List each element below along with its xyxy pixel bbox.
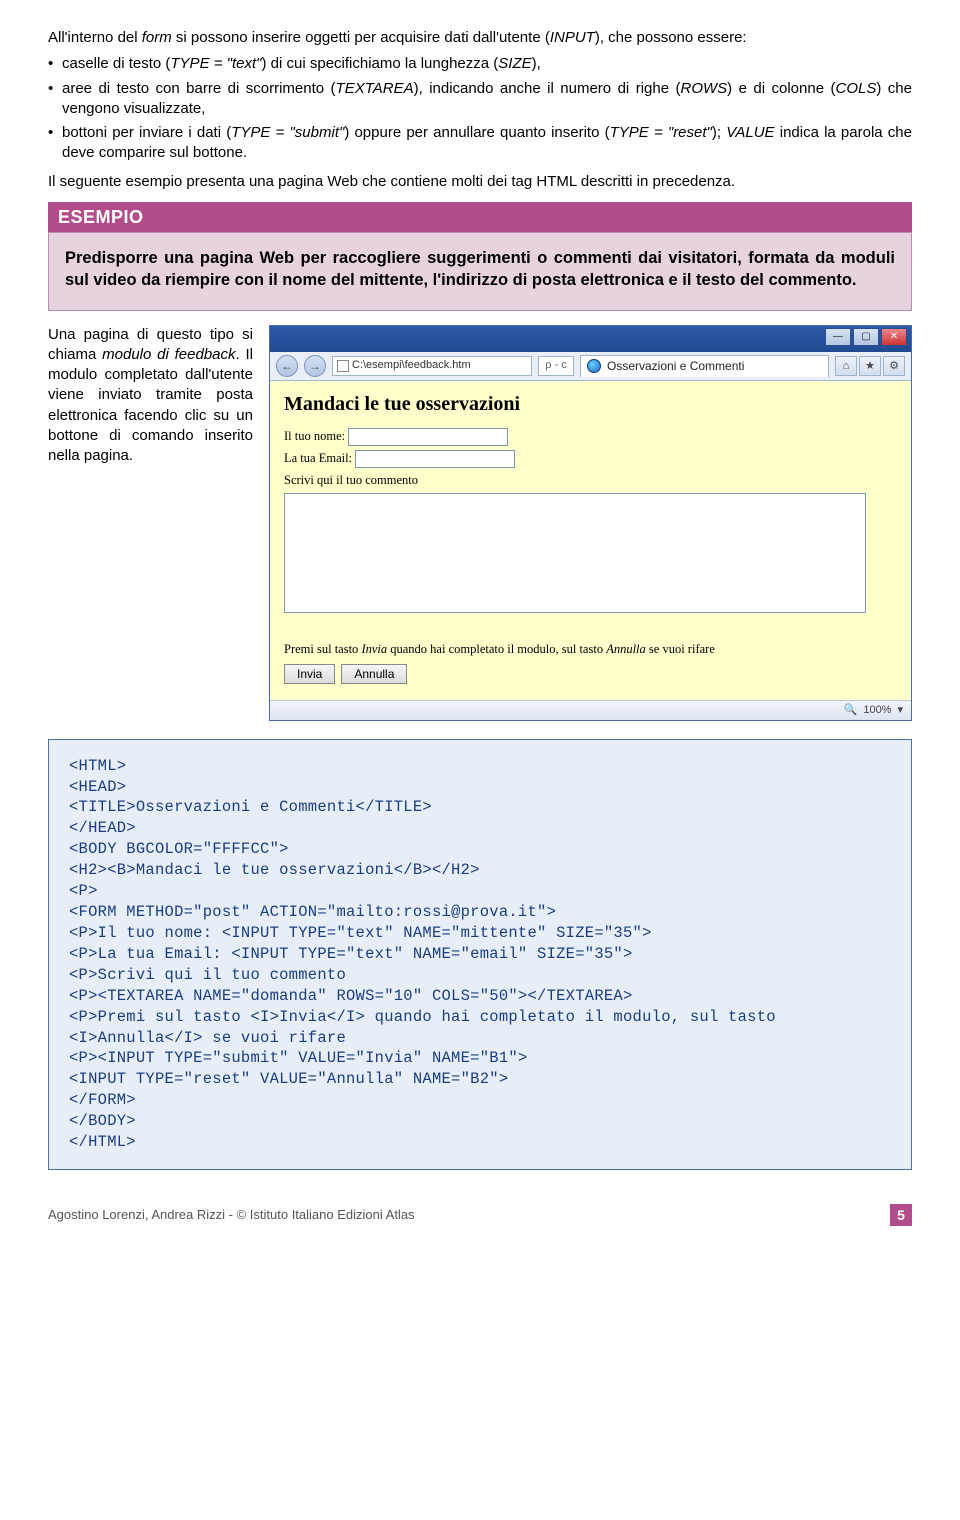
- left-description: Una pagina di questo tipo si chiama modu…: [48, 325, 253, 467]
- search-box[interactable]: ρ - c: [538, 356, 574, 376]
- code-content: <HTML> <HEAD> <TITLE>Osservazioni e Comm…: [69, 756, 891, 1154]
- comment-textarea[interactable]: [284, 493, 866, 613]
- maximize-button[interactable]: ▢: [853, 328, 879, 346]
- zoom-dropdown-icon[interactable]: ▾: [897, 703, 903, 718]
- footer-credit: Agostino Lorenzi, Andrea Rizzi - © Istit…: [48, 1206, 415, 1224]
- code-block: <HTML> <HEAD> <TITLE>Osservazioni e Comm…: [48, 739, 912, 1171]
- window-titlebar: — ▢ ✕: [270, 326, 911, 352]
- tools-icon[interactable]: ⚙: [883, 356, 905, 376]
- email-field[interactable]: [355, 450, 515, 468]
- address-text: C:\esempi\feedback.htm: [352, 358, 471, 373]
- page-number: 5: [890, 1204, 912, 1226]
- label-email: La tua Email:: [284, 451, 352, 465]
- forward-button[interactable]: →: [304, 355, 326, 377]
- back-button[interactable]: ←: [276, 355, 298, 377]
- list-item: caselle di testo (TYPE = "text") di cui …: [48, 54, 912, 74]
- form-note: Premi sul tasto Invia quando hai complet…: [284, 641, 897, 658]
- address-row: ← → C:\esempi\feedback.htm ρ - c Osserva…: [270, 352, 911, 381]
- intro-bullets: caselle di testo (TYPE = "text") di cui …: [48, 54, 912, 163]
- label-name: Il tuo nome:: [284, 429, 345, 443]
- page-icon: [337, 360, 349, 372]
- submit-button[interactable]: Invia: [284, 664, 335, 684]
- page-heading: Mandaci le tue osservazioni: [284, 391, 897, 418]
- intro-section: All'interno del form si possono inserire…: [48, 28, 912, 192]
- webpage-content: Mandaci le tue osservazioni Il tuo nome:…: [270, 381, 911, 700]
- zoom-level[interactable]: 100%: [863, 703, 891, 718]
- esempio-text: Predisporre una pagina Web per raccoglie…: [65, 247, 895, 292]
- intro-after: Il seguente esempio presenta una pagina …: [48, 172, 912, 192]
- close-button[interactable]: ✕: [881, 328, 907, 346]
- address-bar[interactable]: C:\esempi\feedback.htm: [332, 356, 532, 376]
- browser-tab[interactable]: Osservazioni e Commenti: [580, 355, 829, 377]
- list-item: aree di testo con barre di scorrimento (…: [48, 79, 912, 120]
- home-icon[interactable]: ⌂: [835, 356, 857, 376]
- list-item: bottoni per inviare i dati (TYPE = "subm…: [48, 123, 912, 164]
- ie-icon: [587, 359, 601, 373]
- tab-title: Osservazioni e Commenti: [607, 358, 744, 374]
- intro-lead: All'interno del form si possono inserire…: [48, 28, 912, 48]
- name-field[interactable]: [348, 428, 508, 446]
- label-comment: Scrivi qui il tuo commento: [284, 472, 897, 489]
- esempio-box: Predisporre una pagina Web per raccoglie…: [48, 232, 912, 311]
- reset-button[interactable]: Annulla: [341, 664, 407, 684]
- status-bar: 🔍 100% ▾: [270, 700, 911, 720]
- minimize-button[interactable]: —: [825, 328, 851, 346]
- zoom-icon: 🔍: [844, 703, 858, 718]
- esempio-heading: ESEMPIO: [48, 202, 912, 232]
- browser-window: — ▢ ✕ ← → C:\esempi\feedback.htm ρ - c: [269, 325, 912, 721]
- favorites-icon[interactable]: ★: [859, 356, 881, 376]
